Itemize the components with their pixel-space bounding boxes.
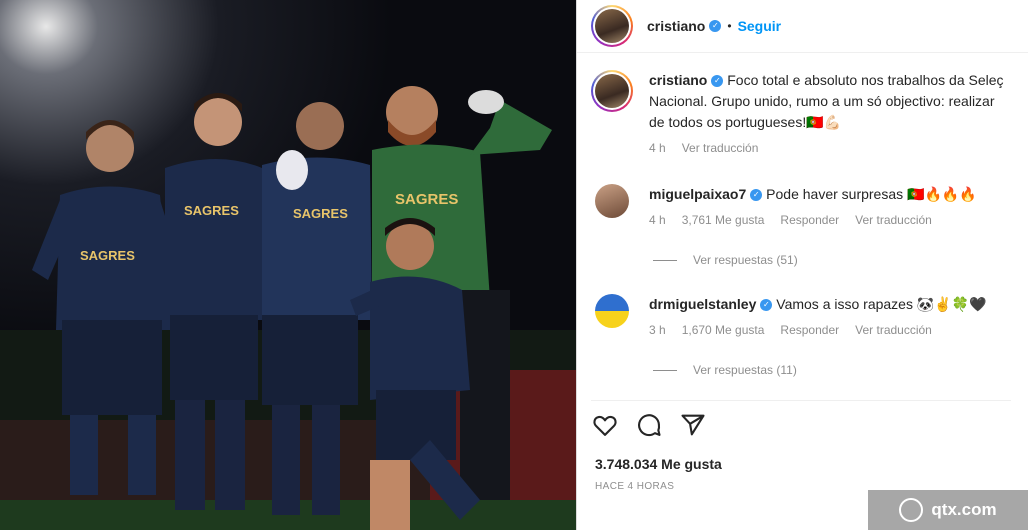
verified-badge-icon: ✓ bbox=[709, 20, 722, 32]
caption: cristiano ✓ Foco total e absoluto nos tra… bbox=[591, 70, 1028, 155]
watermark-logo-icon bbox=[899, 498, 924, 522]
posted-time[interactable]: HACE 4 HORAS bbox=[595, 481, 674, 492]
team-photo-illustration: SAGRES SAGRES SAGRES SAGRES bbox=[0, 0, 576, 530]
caption-text: cristiano ✓ Foco total e absoluto nos tra… bbox=[649, 70, 1028, 133]
sponsor-text-2: SAGRES bbox=[184, 203, 239, 218]
separator-dot: • bbox=[727, 19, 732, 33]
comment-likes[interactable]: 1,670 Me gusta bbox=[682, 323, 765, 337]
commenter-avatar[interactable] bbox=[595, 184, 629, 218]
comment-meta: 3 h 1,670 Me gusta Responder Ver traducc… bbox=[649, 323, 1028, 337]
watermark: qtx.com bbox=[868, 490, 1028, 530]
comment-meta: 4 h 3,761 Me gusta Responder Ver traducc… bbox=[649, 213, 1028, 227]
verified-badge-icon: ✓ bbox=[750, 189, 763, 202]
sponsor-text-3: SAGRES bbox=[293, 206, 348, 221]
view-replies-button[interactable]: Ver respuestas (11) bbox=[653, 363, 797, 377]
comment-time[interactable]: 4 h bbox=[649, 213, 666, 227]
follow-button[interactable]: Seguir bbox=[738, 18, 782, 34]
heart-icon[interactable] bbox=[591, 411, 619, 439]
caption-meta: 4 h Ver traducción bbox=[649, 141, 1028, 155]
caption-line-1: Foco total e absoluto nos trabalhos da S… bbox=[727, 72, 1004, 88]
caption-username[interactable]: cristiano bbox=[649, 72, 707, 88]
caption-line-3: de todos os portugueses!🇵🇹💪🏻 bbox=[649, 114, 842, 130]
comment-translate-link[interactable]: Ver traducción bbox=[855, 323, 932, 337]
likes-count[interactable]: 3.748.034 Me gusta bbox=[595, 456, 722, 472]
caption-avatar[interactable] bbox=[591, 70, 633, 112]
comment-body: Pode haver surpresas 🇵🇹🔥🔥🔥 bbox=[766, 186, 977, 202]
view-replies-button[interactable]: Ver respuestas (51) bbox=[653, 253, 798, 267]
watermark-text: qtx.com bbox=[931, 500, 997, 519]
replies-divider-line bbox=[653, 259, 677, 261]
sponsor-text-4: SAGRES bbox=[395, 191, 458, 208]
view-replies-label[interactable]: Ver respuestas (51) bbox=[693, 253, 798, 267]
comment-username[interactable]: drmiguelstanley bbox=[649, 296, 756, 312]
post-header: cristiano ✓ • Seguir bbox=[577, 0, 1028, 53]
comment-time[interactable]: 3 h bbox=[649, 323, 666, 337]
comment-translate-link[interactable]: Ver traducción bbox=[855, 213, 932, 227]
reply-button[interactable]: Responder bbox=[780, 323, 839, 337]
replies-divider-line bbox=[653, 369, 677, 371]
comment-item: drmiguelstanley ✓ Vamos a isso rapazes 🐼✌… bbox=[591, 294, 1028, 337]
action-bar bbox=[591, 400, 1011, 439]
post-photo[interactable]: SAGRES SAGRES SAGRES SAGRES bbox=[0, 0, 576, 530]
comment-text: drmiguelstanley ✓ Vamos a isso rapazes 🐼✌… bbox=[649, 294, 1028, 315]
comment-item: miguelpaixao7 ✓ Pode haver surpresas 🇵🇹🔥🔥… bbox=[591, 184, 1028, 227]
comment-body: Vamos a isso rapazes 🐼✌️🍀🖤 bbox=[776, 296, 987, 312]
commenter-avatar-ukraine-flag[interactable] bbox=[595, 294, 629, 328]
comment-text: miguelpaixao7 ✓ Pode haver surpresas 🇵🇹🔥🔥… bbox=[649, 184, 1028, 205]
share-icon[interactable] bbox=[679, 411, 707, 439]
view-replies-label[interactable]: Ver respuestas (11) bbox=[693, 363, 797, 377]
caption-line-2: Nacional. Grupo unido, rumo a um só obje… bbox=[649, 93, 995, 109]
reply-button[interactable]: Responder bbox=[780, 213, 839, 227]
sponsor-text-1: SAGRES bbox=[80, 248, 135, 263]
caption-time[interactable]: 4 h bbox=[649, 141, 666, 155]
verified-badge-icon: ✓ bbox=[711, 75, 724, 88]
verified-badge-icon: ✓ bbox=[760, 299, 773, 312]
author-avatar[interactable] bbox=[591, 5, 633, 47]
post-details-panel: cristiano ✓ • Seguir cristiano ✓ Foco tot… bbox=[576, 0, 1028, 530]
comment-icon[interactable] bbox=[635, 411, 663, 439]
comment-username[interactable]: miguelpaixao7 bbox=[649, 186, 746, 202]
header-username[interactable]: cristiano bbox=[647, 18, 705, 34]
comment-likes[interactable]: 3,761 Me gusta bbox=[682, 213, 765, 227]
caption-translate-link[interactable]: Ver traducción bbox=[682, 141, 759, 155]
